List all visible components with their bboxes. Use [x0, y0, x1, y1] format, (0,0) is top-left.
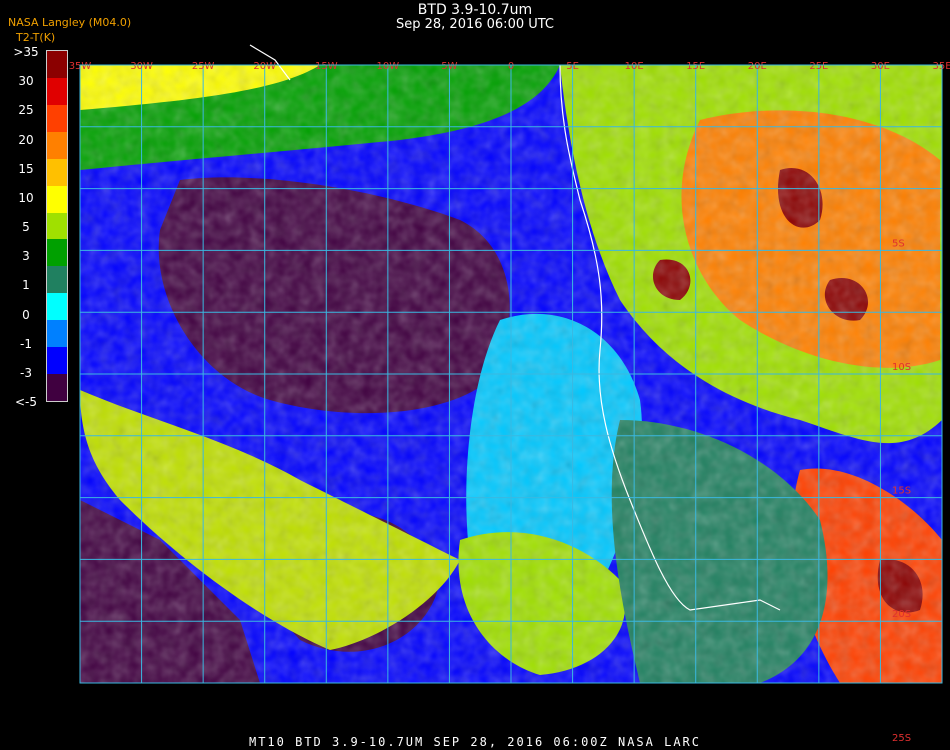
- lat-label: 20S: [892, 609, 911, 620]
- lon-label: 20W: [253, 61, 276, 72]
- lon-label: 5E: [566, 61, 579, 72]
- lon-label: 0: [508, 61, 514, 72]
- lon-label: 30E: [871, 61, 890, 72]
- lon-label: 25E: [809, 61, 828, 72]
- lon-label: 5W: [441, 61, 457, 72]
- lat-label: 10S: [892, 362, 911, 373]
- lon-label: 20E: [748, 61, 767, 72]
- lat-label: 15S: [892, 486, 911, 497]
- lat-label: 5S: [892, 238, 905, 249]
- lon-label: 25W: [192, 61, 215, 72]
- footer-info: MT10 BTD 3.9-10.7UM SEP 28, 2016 06:00Z …: [248, 735, 701, 749]
- lon-label: 15E: [686, 61, 705, 72]
- lon-label: 15W: [315, 61, 338, 72]
- satellite-map: 35W 30W 25W 20W 15W 10W 5W 0 5E 10E 15E 20E 25E 30E 35…: [69, 44, 950, 744]
- lon-label: 10E: [625, 61, 644, 72]
- lon-label: 30W: [130, 61, 153, 72]
- lon-label: 10W: [377, 61, 400, 72]
- lon-label: 35E: [932, 61, 950, 72]
